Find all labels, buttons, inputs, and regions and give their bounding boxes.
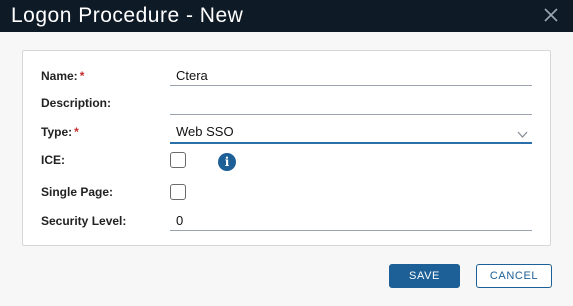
chevron-down-icon — [517, 127, 528, 138]
save-button[interactable]: SAVE — [389, 264, 460, 288]
dialog-title: Logon Procedure - New — [11, 4, 244, 27]
form-panel: Name: * Ctera Description: Type: * Web SSO… — [22, 50, 551, 246]
type-selected-value: Web SSO — [176, 124, 234, 139]
ice-label: ICE: — [41, 153, 65, 167]
name-field[interactable]: Ctera — [170, 66, 532, 86]
type-select[interactable]: Web SSO — [170, 122, 532, 144]
description-label: Description: — [41, 96, 112, 110]
description-field[interactable] — [170, 95, 532, 115]
required-mark: * — [74, 125, 79, 139]
single-page-checkbox[interactable] — [170, 184, 186, 200]
type-label-row: Type: * — [41, 125, 79, 139]
info-icon[interactable]: i — [218, 153, 236, 171]
security-level-field[interactable]: 0 — [170, 211, 532, 231]
single-page-label: Single Page: — [41, 185, 114, 199]
close-icon[interactable] — [541, 5, 561, 25]
security-level-label: Security Level: — [41, 214, 127, 228]
cancel-button[interactable]: CANCEL — [476, 264, 552, 288]
dialog-body: Name: * Ctera Description: Type: * Web SSO… — [0, 32, 573, 306]
name-label-row: Name: * — [41, 69, 84, 83]
dialog-title-bar: Logon Procedure - New — [0, 0, 573, 32]
required-mark: * — [79, 69, 85, 83]
name-label: Name: — [41, 69, 78, 83]
type-label: Type: — [41, 125, 73, 139]
ice-checkbox[interactable] — [170, 152, 186, 168]
